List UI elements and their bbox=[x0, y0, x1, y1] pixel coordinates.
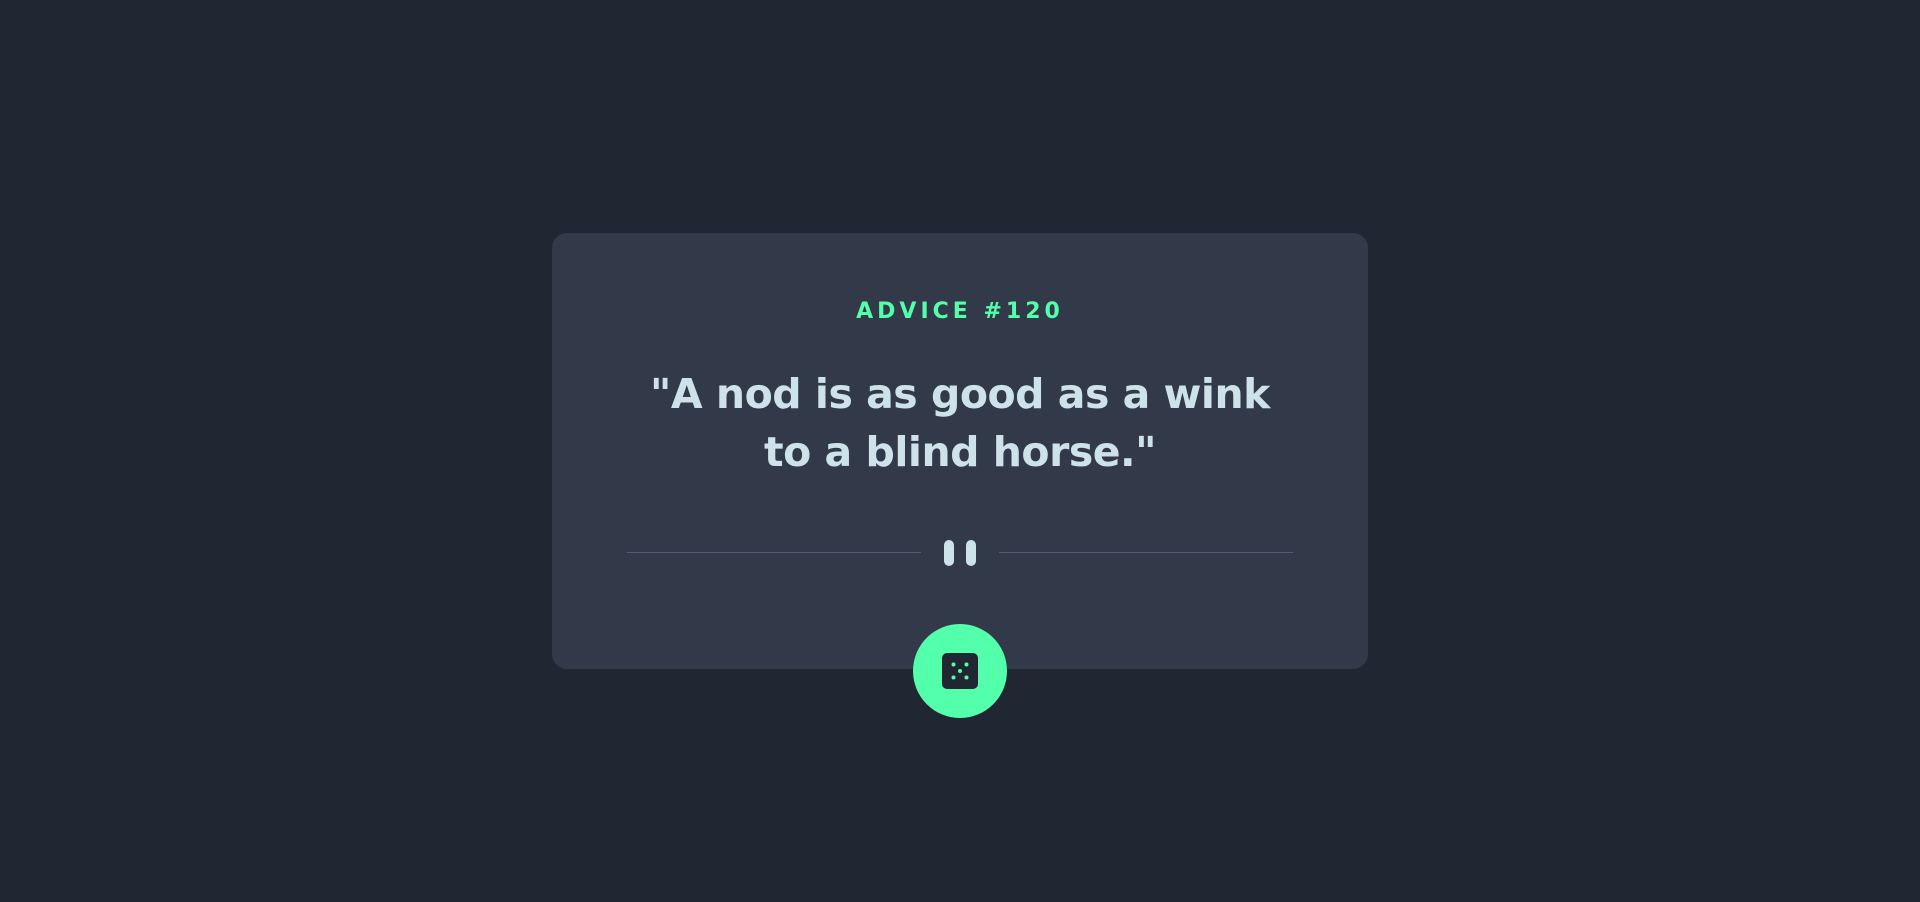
divider-line-left bbox=[627, 552, 921, 553]
dice-icon bbox=[942, 653, 978, 689]
divider-line-right bbox=[999, 552, 1293, 553]
advice-quote: "A nod is as good as a wink to a blind h… bbox=[650, 370, 1270, 476]
pause-bar-left bbox=[944, 540, 954, 566]
advice-card: ADVICE #120 "A nod is as good as a wink … bbox=[552, 233, 1368, 669]
pause-bar-right bbox=[966, 540, 976, 566]
page: ADVICE #120 "A nod is as good as a wink … bbox=[0, 0, 1920, 902]
pause-icon bbox=[944, 540, 978, 566]
advice-id: ADVICE #120 bbox=[856, 299, 1064, 324]
generate-advice-button[interactable] bbox=[913, 624, 1007, 718]
